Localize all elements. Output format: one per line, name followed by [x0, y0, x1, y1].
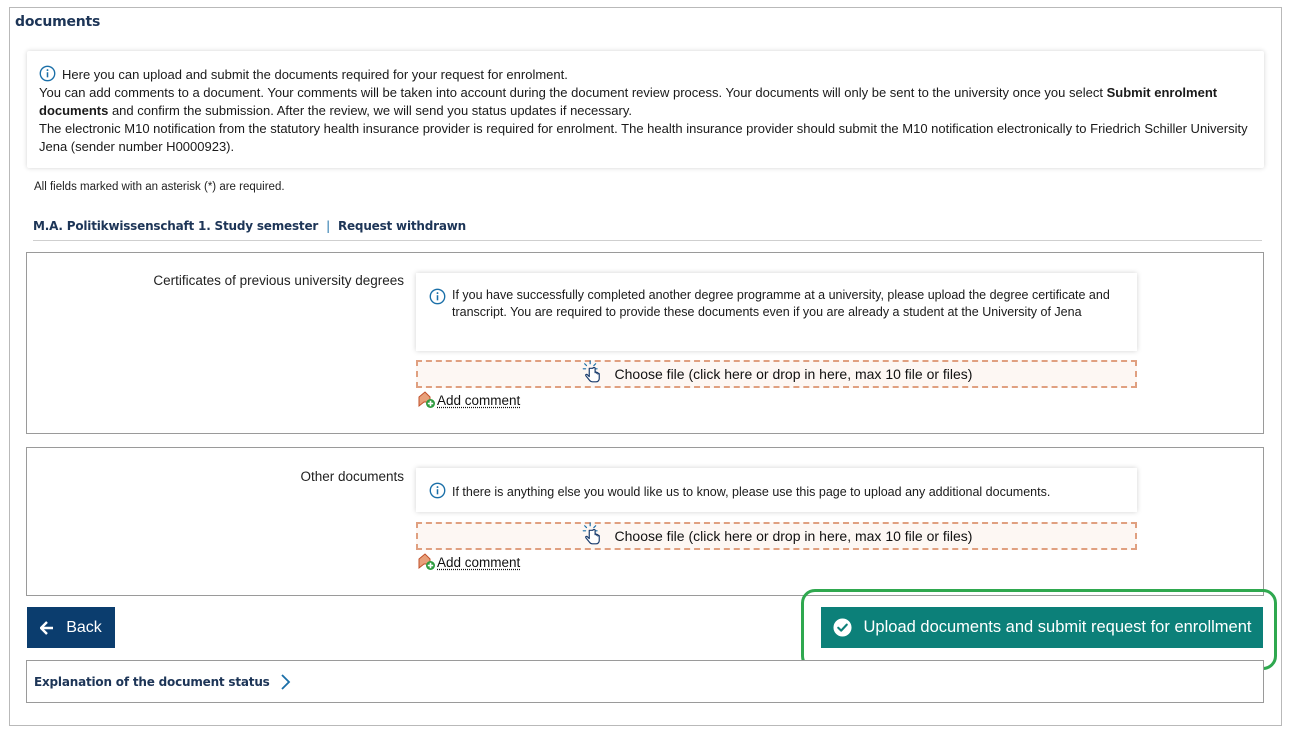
- pointer-hand-icon: [582, 360, 600, 383]
- doc-section-other: Other documents If there is anything els…: [26, 447, 1264, 596]
- info-line-3: The electronic M10 notification from the…: [39, 121, 1248, 154]
- doc-section-info: If you have successfully completed anoth…: [416, 273, 1137, 351]
- program-name: M.A. Politikwissenschaft 1. Study semest…: [33, 219, 319, 233]
- back-button[interactable]: Back: [27, 607, 115, 648]
- info-line-1: Here you can upload and submit the docum…: [39, 65, 1252, 84]
- program-separator: |: [326, 219, 330, 233]
- info-card: Here you can upload and submit the docum…: [27, 51, 1264, 168]
- chevron-right-icon: [280, 673, 290, 690]
- document-status-explanation-link[interactable]: Explanation of the document status: [26, 660, 1264, 703]
- file-drop-zone[interactable]: Choose file (click here or drop in here,…: [416, 360, 1137, 388]
- comment-add-icon: [418, 391, 435, 408]
- arrow-left-icon: [40, 620, 54, 635]
- doc-section-certificates: Certificates of previous university degr…: [26, 252, 1264, 434]
- file-drop-label: Choose file (click here or drop in here,…: [614, 528, 973, 544]
- info-line-2-end: and confirm the submission. After the re…: [108, 103, 632, 118]
- document-status-explanation-label: Explanation of the document status: [34, 674, 270, 689]
- page-title: documents: [15, 14, 101, 30]
- add-comment-label: Add comment: [437, 554, 521, 570]
- info-line-2: You can add comments to a document. Your…: [39, 84, 1252, 120]
- info-line-2-text: You can add comments to a document. Your…: [39, 85, 1107, 100]
- doc-section-info: If there is anything else you would like…: [416, 468, 1137, 512]
- info-circle-icon: [429, 482, 446, 499]
- required-note: All fields marked with an asterisk (*) a…: [34, 181, 285, 193]
- file-drop-zone[interactable]: Choose file (click here or drop in here,…: [416, 522, 1137, 550]
- doc-section-label: Certificates of previous university degr…: [153, 273, 404, 288]
- doc-section-info-text: If you have successfully completed anoth…: [452, 288, 1110, 319]
- doc-section-info-text: If there is anything else you would like…: [452, 485, 1051, 499]
- add-comment-link[interactable]: Add comment: [418, 553, 520, 571]
- check-circle-icon: [832, 618, 852, 637]
- comment-add-icon: [418, 553, 435, 570]
- file-drop-label: Choose file (click here or drop in here,…: [614, 366, 973, 382]
- submit-enrollment-button[interactable]: Upload documents and submit request for …: [821, 607, 1263, 648]
- add-comment-link[interactable]: Add comment: [418, 391, 520, 409]
- info-line-1-text: Here you can upload and submit the docum…: [62, 67, 568, 82]
- info-circle-icon: [39, 65, 56, 82]
- program-status: Request withdrawn: [337, 219, 466, 233]
- back-button-label: Back: [66, 618, 102, 636]
- pointer-hand-icon: [582, 522, 600, 545]
- add-comment-label: Add comment: [437, 392, 521, 408]
- program-bar: M.A. Politikwissenschaft 1. Study semest…: [33, 219, 1262, 241]
- info-circle-icon: [429, 288, 446, 305]
- doc-section-label: Other documents: [300, 469, 404, 484]
- submit-enrollment-label: Upload documents and submit request for …: [863, 618, 1252, 636]
